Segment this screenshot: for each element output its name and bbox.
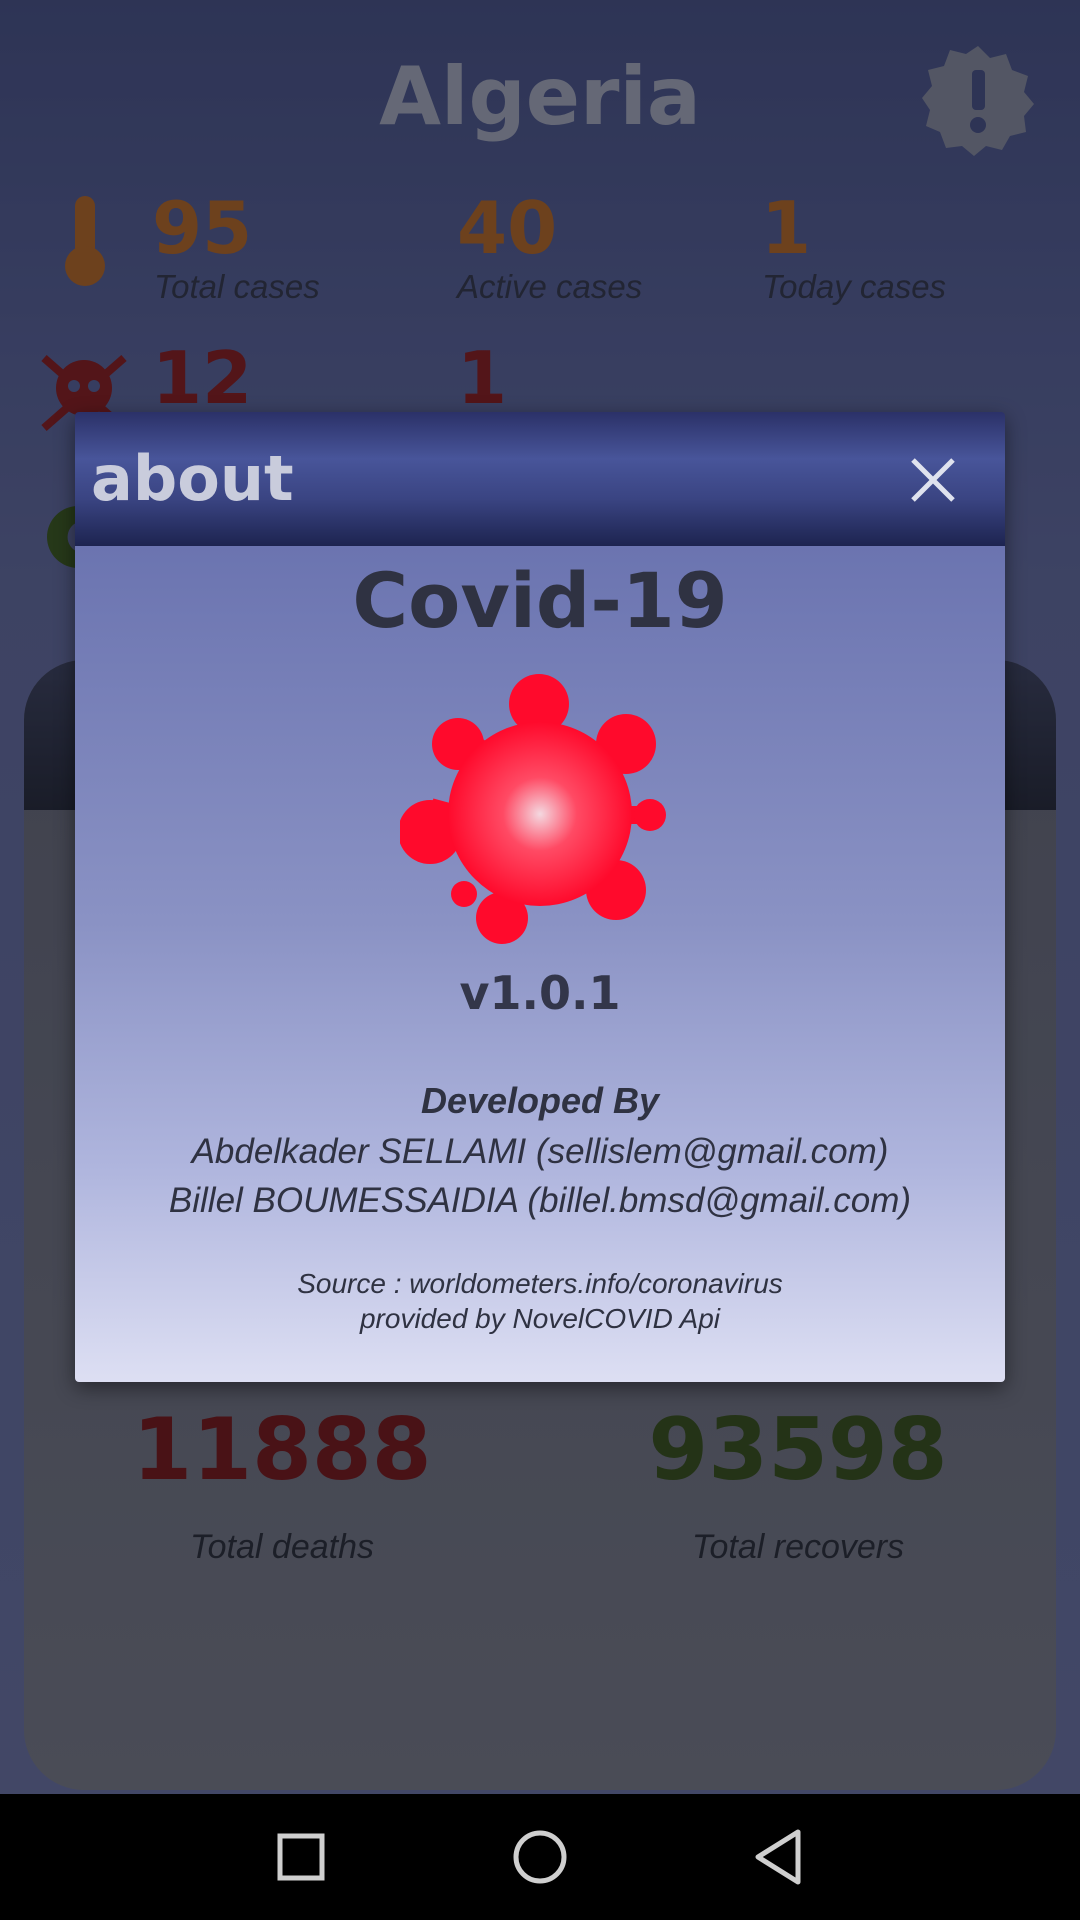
app-name: Covid-19 bbox=[352, 556, 728, 645]
provider-text: provided by NovelCOVID Api bbox=[359, 1303, 720, 1334]
app-version: v1.0.1 bbox=[459, 966, 621, 1020]
developed-by-heading: Developed By bbox=[420, 1080, 660, 1121]
system-navigation-bar bbox=[0, 1794, 1080, 1920]
virus-logo-icon bbox=[400, 674, 666, 944]
home-circle-icon[interactable] bbox=[507, 1824, 573, 1890]
dialog-body: Covid-19 v1.0.1 Developed By Abdelkader … bbox=[75, 546, 1005, 1382]
developer-2: Billel BOUMESSAIDIA (billel.bmsd@gmail.c… bbox=[168, 1181, 912, 1220]
dialog-header: about bbox=[75, 412, 1005, 546]
about-dialog: about Covid-19 v1.0.1 Developed By Abdel… bbox=[75, 412, 1005, 1382]
developer-1: Abdelkader SELLAMI (sellislem@gmail.com) bbox=[191, 1132, 889, 1171]
recents-square-icon[interactable] bbox=[268, 1824, 334, 1890]
close-icon[interactable] bbox=[907, 454, 959, 506]
dialog-title: about bbox=[91, 442, 294, 515]
source-text: Source : worldometers.info/coronavirus bbox=[297, 1268, 783, 1299]
back-triangle-icon[interactable] bbox=[746, 1824, 812, 1890]
